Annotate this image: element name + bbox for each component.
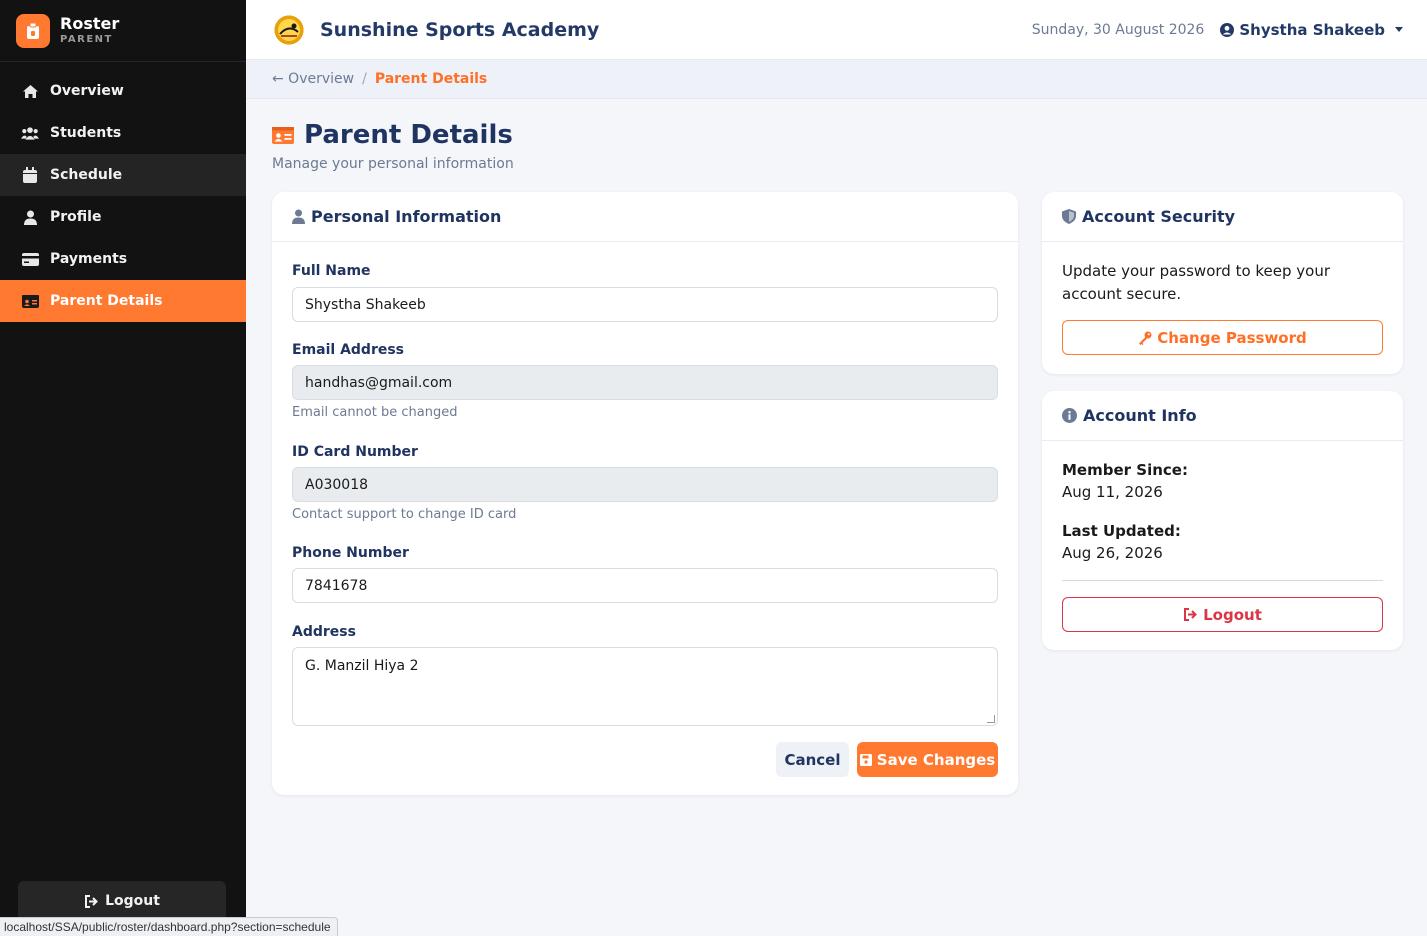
credit-card-icon <box>21 250 39 268</box>
sidebar-item-label: Students <box>50 125 122 141</box>
roster-logo-icon <box>16 13 50 48</box>
save-changes-button[interactable]: Save Changes <box>857 742 998 777</box>
sidebar-logout-button[interactable]: Logout <box>18 881 226 921</box>
sidebar-logout-label: Logout <box>105 893 160 909</box>
card-title: Account Security <box>1082 207 1236 226</box>
shield-icon <box>1062 209 1076 224</box>
sidebar-nav: Overview Students Schedule Profile Payme… <box>0 70 246 322</box>
phone-label: Phone Number <box>292 545 409 561</box>
cancel-label: Cancel <box>784 750 841 769</box>
academy-name: Sunshine Sports Academy <box>320 18 600 41</box>
status-bar-url: localhost/SSA/public/roster/dashboard.ph… <box>0 917 338 936</box>
email-field[interactable]: handhas@gmail.com <box>292 365 998 400</box>
sidebar-item-label: Schedule <box>50 167 123 183</box>
save-label: Save Changes <box>876 750 996 769</box>
address-label: Address <box>292 624 356 640</box>
sidebar-item-label: Overview <box>50 83 124 99</box>
account-security-card: Account Security Update your password to… <box>1042 192 1403 374</box>
account-security-header: Account Security <box>1042 192 1403 242</box>
id-card-hint: Contact support to change ID card <box>292 507 517 522</box>
sidebar: Roster PARENT Overview Students Schedule… <box>0 0 246 936</box>
chevron-down-icon <box>1395 27 1403 32</box>
address-value: G. Manzil Hiya 2 <box>305 658 419 674</box>
card-title: Account Info <box>1083 406 1197 425</box>
home-icon <box>21 82 39 100</box>
user-icon <box>292 209 305 224</box>
sidebar-item-label: Profile <box>50 209 102 225</box>
sign-out-icon <box>1184 608 1198 621</box>
sidebar-item-overview[interactable]: Overview <box>0 70 246 112</box>
top-header: Sunshine Sports Academy Sunday, 30 Augus… <box>246 0 1427 60</box>
page-title: Parent Details <box>304 120 513 150</box>
full-name-value: Shystha Shakeeb <box>305 296 426 313</box>
phone-input[interactable]: 7841678 <box>292 568 998 603</box>
current-date: Sunday, 30 August 2026 <box>1031 21 1205 38</box>
change-password-button[interactable]: Change Password <box>1062 320 1383 355</box>
id-card-icon <box>21 292 39 310</box>
member-since-label: Member Since: <box>1062 461 1188 479</box>
brand-title: Roster <box>60 13 120 33</box>
sidebar-item-label: Parent Details <box>50 293 163 309</box>
key-icon <box>1139 331 1152 345</box>
full-name-label: Full Name <box>292 263 371 279</box>
page-subtitle: Manage your personal information <box>272 156 514 172</box>
user-icon <box>21 208 39 226</box>
info-icon <box>1062 408 1077 423</box>
sidebar-item-schedule[interactable]: Schedule <box>0 154 246 196</box>
personal-information-header: Personal Information <box>272 192 1018 242</box>
address-textarea[interactable]: G. Manzil Hiya 2 <box>292 647 998 726</box>
last-updated-value: Aug 26, 2026 <box>1062 544 1163 562</box>
user-menu[interactable]: Shystha Shakeeb <box>1220 21 1403 39</box>
security-description: Update your password to keep your accoun… <box>1062 262 1331 303</box>
id-card-value: A030018 <box>305 476 369 493</box>
divider <box>1062 580 1383 581</box>
full-name-input[interactable]: Shystha Shakeeb <box>292 287 998 322</box>
logout-button[interactable]: Logout <box>1062 597 1383 632</box>
breadcrumb-overview-link[interactable]: ← Overview <box>272 71 354 87</box>
page-header: Parent Details Manage your personal info… <box>272 120 514 172</box>
user-name: Shystha Shakeeb <box>1239 20 1385 39</box>
cancel-button[interactable]: Cancel <box>776 742 849 777</box>
resize-handle[interactable] <box>987 715 995 723</box>
brand-subtitle: PARENT <box>60 33 113 45</box>
change-password-label: Change Password <box>1157 328 1307 347</box>
last-updated-label: Last Updated: <box>1062 522 1181 540</box>
email-value: handhas@gmail.com <box>305 374 453 391</box>
breadcrumb-current: Parent Details <box>374 71 488 87</box>
member-since-value: Aug 11, 2026 <box>1062 483 1163 501</box>
email-label: Email Address <box>292 342 405 358</box>
account-info-header: Account Info <box>1042 391 1403 441</box>
phone-value: 7841678 <box>305 577 368 594</box>
sign-out-icon <box>85 894 98 908</box>
sidebar-item-profile[interactable]: Profile <box>0 196 246 238</box>
save-icon <box>859 753 872 766</box>
card-title: Personal Information <box>311 207 502 226</box>
breadcrumb: ← Overview / Parent Details <box>246 60 1427 99</box>
sidebar-item-label: Payments <box>50 251 128 267</box>
sidebar-item-students[interactable]: Students <box>0 112 246 154</box>
brand: Roster PARENT <box>0 0 246 62</box>
academy-logo <box>272 12 306 47</box>
id-card-label: ID Card Number <box>292 444 418 460</box>
account-info-card: Account Info Member Since: Aug 11, 2026 … <box>1042 391 1403 650</box>
user-circle-icon <box>1220 22 1235 37</box>
breadcrumb-separator: / <box>362 71 367 87</box>
personal-information-card: Personal Information Full Name Shystha S… <box>272 192 1018 795</box>
id-card-field[interactable]: A030018 <box>292 467 998 502</box>
id-card-icon <box>272 126 294 144</box>
sidebar-item-parent-details[interactable]: Parent Details <box>0 280 246 322</box>
calendar-icon <box>21 166 39 184</box>
email-hint: Email cannot be changed <box>292 405 458 420</box>
sidebar-item-payments[interactable]: Payments <box>0 238 246 280</box>
logout-label: Logout <box>1203 605 1262 624</box>
users-icon <box>21 124 39 142</box>
